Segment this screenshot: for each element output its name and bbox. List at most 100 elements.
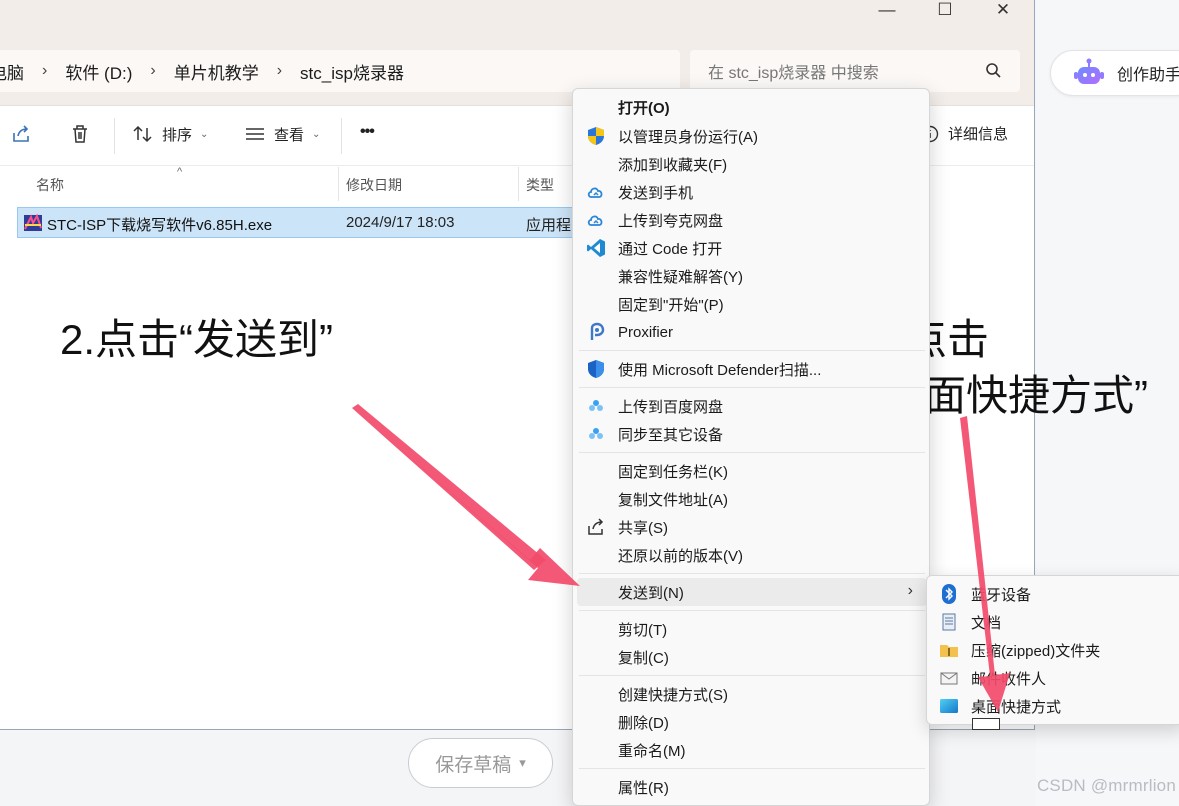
annotation-step-2: 2.点击“发送到”: [60, 316, 334, 363]
share-icon: [13, 125, 29, 142]
menu-item-rename[interactable]: 重命名(M): [577, 736, 927, 764]
bluetooth-icon: [942, 584, 956, 604]
menu-item-cut[interactable]: 剪切(T): [577, 615, 927, 643]
chevron-right-icon: ›: [907, 582, 913, 599]
share-icon: [588, 518, 604, 535]
file-modified: 2024/9/17 18:03: [346, 214, 455, 231]
menu-item-pin-to-taskbar[interactable]: 固定到任务栏(K): [577, 457, 927, 485]
submenu-item-bluetooth[interactable]: 蓝牙设备: [931, 580, 1179, 608]
menu-item-pin-to-start[interactable]: 固定到"开始"(P): [577, 290, 927, 318]
submenu-item-documents[interactable]: 文档: [931, 608, 1179, 636]
baidu-cloud-icon: [589, 428, 603, 439]
column-divider[interactable]: [338, 167, 339, 201]
menu-item-compatibility[interactable]: 兼容性疑难解答(Y): [577, 262, 927, 290]
breadcrumb-item[interactable]: 单片机教学: [174, 59, 259, 84]
vscode-icon: [587, 239, 605, 257]
menu-item-defender-scan[interactable]: 使用 Microsoft Defender扫描...: [577, 355, 927, 383]
menu-item-send-to[interactable]: 发送到(N) ›: [577, 578, 927, 606]
share-button[interactable]: [10, 123, 32, 145]
menu-divider: [579, 768, 925, 769]
menu-item-create-shortcut[interactable]: 创建快捷方式(S): [577, 680, 927, 708]
menu-item-upload-quark[interactable]: 上传到夸克网盘: [577, 206, 927, 234]
more-icon: •••: [360, 123, 375, 140]
menu-item-proxifier[interactable]: Proxifier: [577, 318, 927, 346]
search-placeholder: 在 stc_isp烧录器 中搜索: [708, 65, 879, 82]
menu-item-send-to-phone[interactable]: 发送到手机: [577, 178, 927, 206]
creation-assistant-button[interactable]: 创作助手: [1050, 50, 1179, 96]
chevron-down-icon: ⌄: [200, 128, 209, 140]
proxifier-icon: [590, 322, 605, 340]
menu-item-add-to-favorites[interactable]: 添加到收藏夹(F): [577, 150, 927, 178]
sort-ascending-icon: ^: [177, 166, 183, 178]
details-pane-button[interactable]: 详细信息: [920, 123, 1008, 144]
maximize-button[interactable]: ☐: [916, 0, 974, 20]
menu-divider: [579, 350, 925, 351]
view-label: 查看: [274, 126, 305, 144]
more-options-button[interactable]: •••: [360, 123, 375, 141]
menu-item-open-with-code[interactable]: 通过 Code 打开: [577, 234, 927, 262]
menu-item-open[interactable]: 打开(O): [577, 93, 927, 121]
submenu-item-desktop-shortcut[interactable]: 桌面快捷方式: [931, 692, 1179, 720]
minimize-button[interactable]: —: [858, 0, 916, 20]
chevron-down-icon: ⌄: [312, 128, 321, 140]
file-name: STC-ISP下载烧写软件v6.85H.exe: [47, 217, 273, 234]
breadcrumb-item[interactable]: 电脑: [0, 59, 24, 84]
close-button[interactable]: ✕: [974, 0, 1032, 20]
zip-folder-icon: [940, 645, 958, 657]
toolbar-divider: [114, 118, 115, 154]
baidu-cloud-icon: [589, 400, 603, 411]
column-header-name[interactable]: 名称: [36, 175, 64, 195]
cloud-icon: [587, 187, 603, 198]
breadcrumb-item[interactable]: 软件 (D:): [65, 59, 132, 84]
context-menu: 打开(O) 以管理员身份运行(A) 添加到收藏夹(F) 发送到手机 上传到夸克网…: [572, 88, 930, 806]
watermark: CSDN @mrmrlion: [1036, 776, 1176, 795]
menu-item-restore-versions[interactable]: 还原以前的版本(V): [577, 541, 927, 569]
title-bar: — ☐ ✕: [0, 0, 1034, 40]
file-row[interactable]: STC-ISP下载烧写软件v6.85H.exe 2024/9/17 18:03 …: [17, 207, 587, 238]
details-label: 详细信息: [948, 126, 1009, 143]
menu-item-upload-baidu[interactable]: 上传到百度网盘: [577, 392, 927, 420]
menu-divider: [579, 610, 925, 611]
breadcrumb-item[interactable]: stc_isp烧录器: [300, 59, 404, 84]
sort-button[interactable]: 排序 ⌄: [132, 123, 208, 145]
search-icon: [986, 63, 1001, 78]
menu-item-copy[interactable]: 复制(C): [577, 643, 927, 671]
submenu-item-mail[interactable]: 邮件收件人: [931, 664, 1179, 692]
maximize-icon: ☐: [937, 0, 953, 19]
robot-icon: [1074, 58, 1104, 84]
breadcrumb[interactable]: 电脑 › 软件 (D:) › 单片机教学 › stc_isp烧录器: [0, 50, 680, 92]
toolbar-divider: [341, 118, 342, 154]
documents-icon: [942, 613, 956, 631]
menu-item-properties[interactable]: 属性(R): [577, 773, 927, 801]
search-input[interactable]: 在 stc_isp烧录器 中搜索: [690, 50, 1020, 92]
delete-button[interactable]: [69, 123, 91, 145]
menu-divider: [579, 387, 925, 388]
chevron-right-icon: ›: [42, 62, 48, 79]
minimize-icon: —: [878, 0, 896, 19]
submenu-item-zip[interactable]: 压缩(zipped)文件夹: [931, 636, 1179, 664]
column-header-modified[interactable]: 修改日期: [346, 175, 402, 195]
menu-item-sync-devices[interactable]: 同步至其它设备: [577, 420, 927, 448]
stc-isp-app-icon: [24, 213, 42, 231]
close-icon: ✕: [995, 0, 1011, 19]
column-header-type[interactable]: 类型: [526, 175, 554, 195]
menu-item-delete[interactable]: 删除(D): [577, 708, 927, 736]
column-divider[interactable]: [518, 167, 519, 201]
chevron-right-icon: ›: [276, 62, 283, 79]
menu-divider: [579, 675, 925, 676]
view-icon: [246, 128, 264, 140]
trash-icon: [73, 125, 87, 143]
desktop-shortcut-preview-icon: [972, 718, 1000, 730]
menu-item-copy-path[interactable]: 复制文件地址(A): [577, 485, 927, 513]
send-to-submenu: 蓝牙设备 文档 压缩(zipped)文件夹 邮件收件人 桌面快捷方式: [926, 575, 1179, 725]
sort-icon: [133, 125, 152, 143]
menu-item-run-as-admin[interactable]: 以管理员身份运行(A): [577, 122, 927, 150]
save-draft-button[interactable]: 保存草稿 ▾: [408, 738, 553, 788]
view-button[interactable]: 查看 ⌄: [244, 123, 320, 145]
save-draft-label: 保存草稿: [435, 754, 512, 776]
uac-shield-icon: [588, 127, 604, 145]
menu-divider: [579, 573, 925, 574]
file-type: 应用程: [526, 217, 572, 234]
assistant-label: 创作助手: [1117, 67, 1179, 84]
menu-item-share[interactable]: 共享(S): [577, 513, 927, 541]
